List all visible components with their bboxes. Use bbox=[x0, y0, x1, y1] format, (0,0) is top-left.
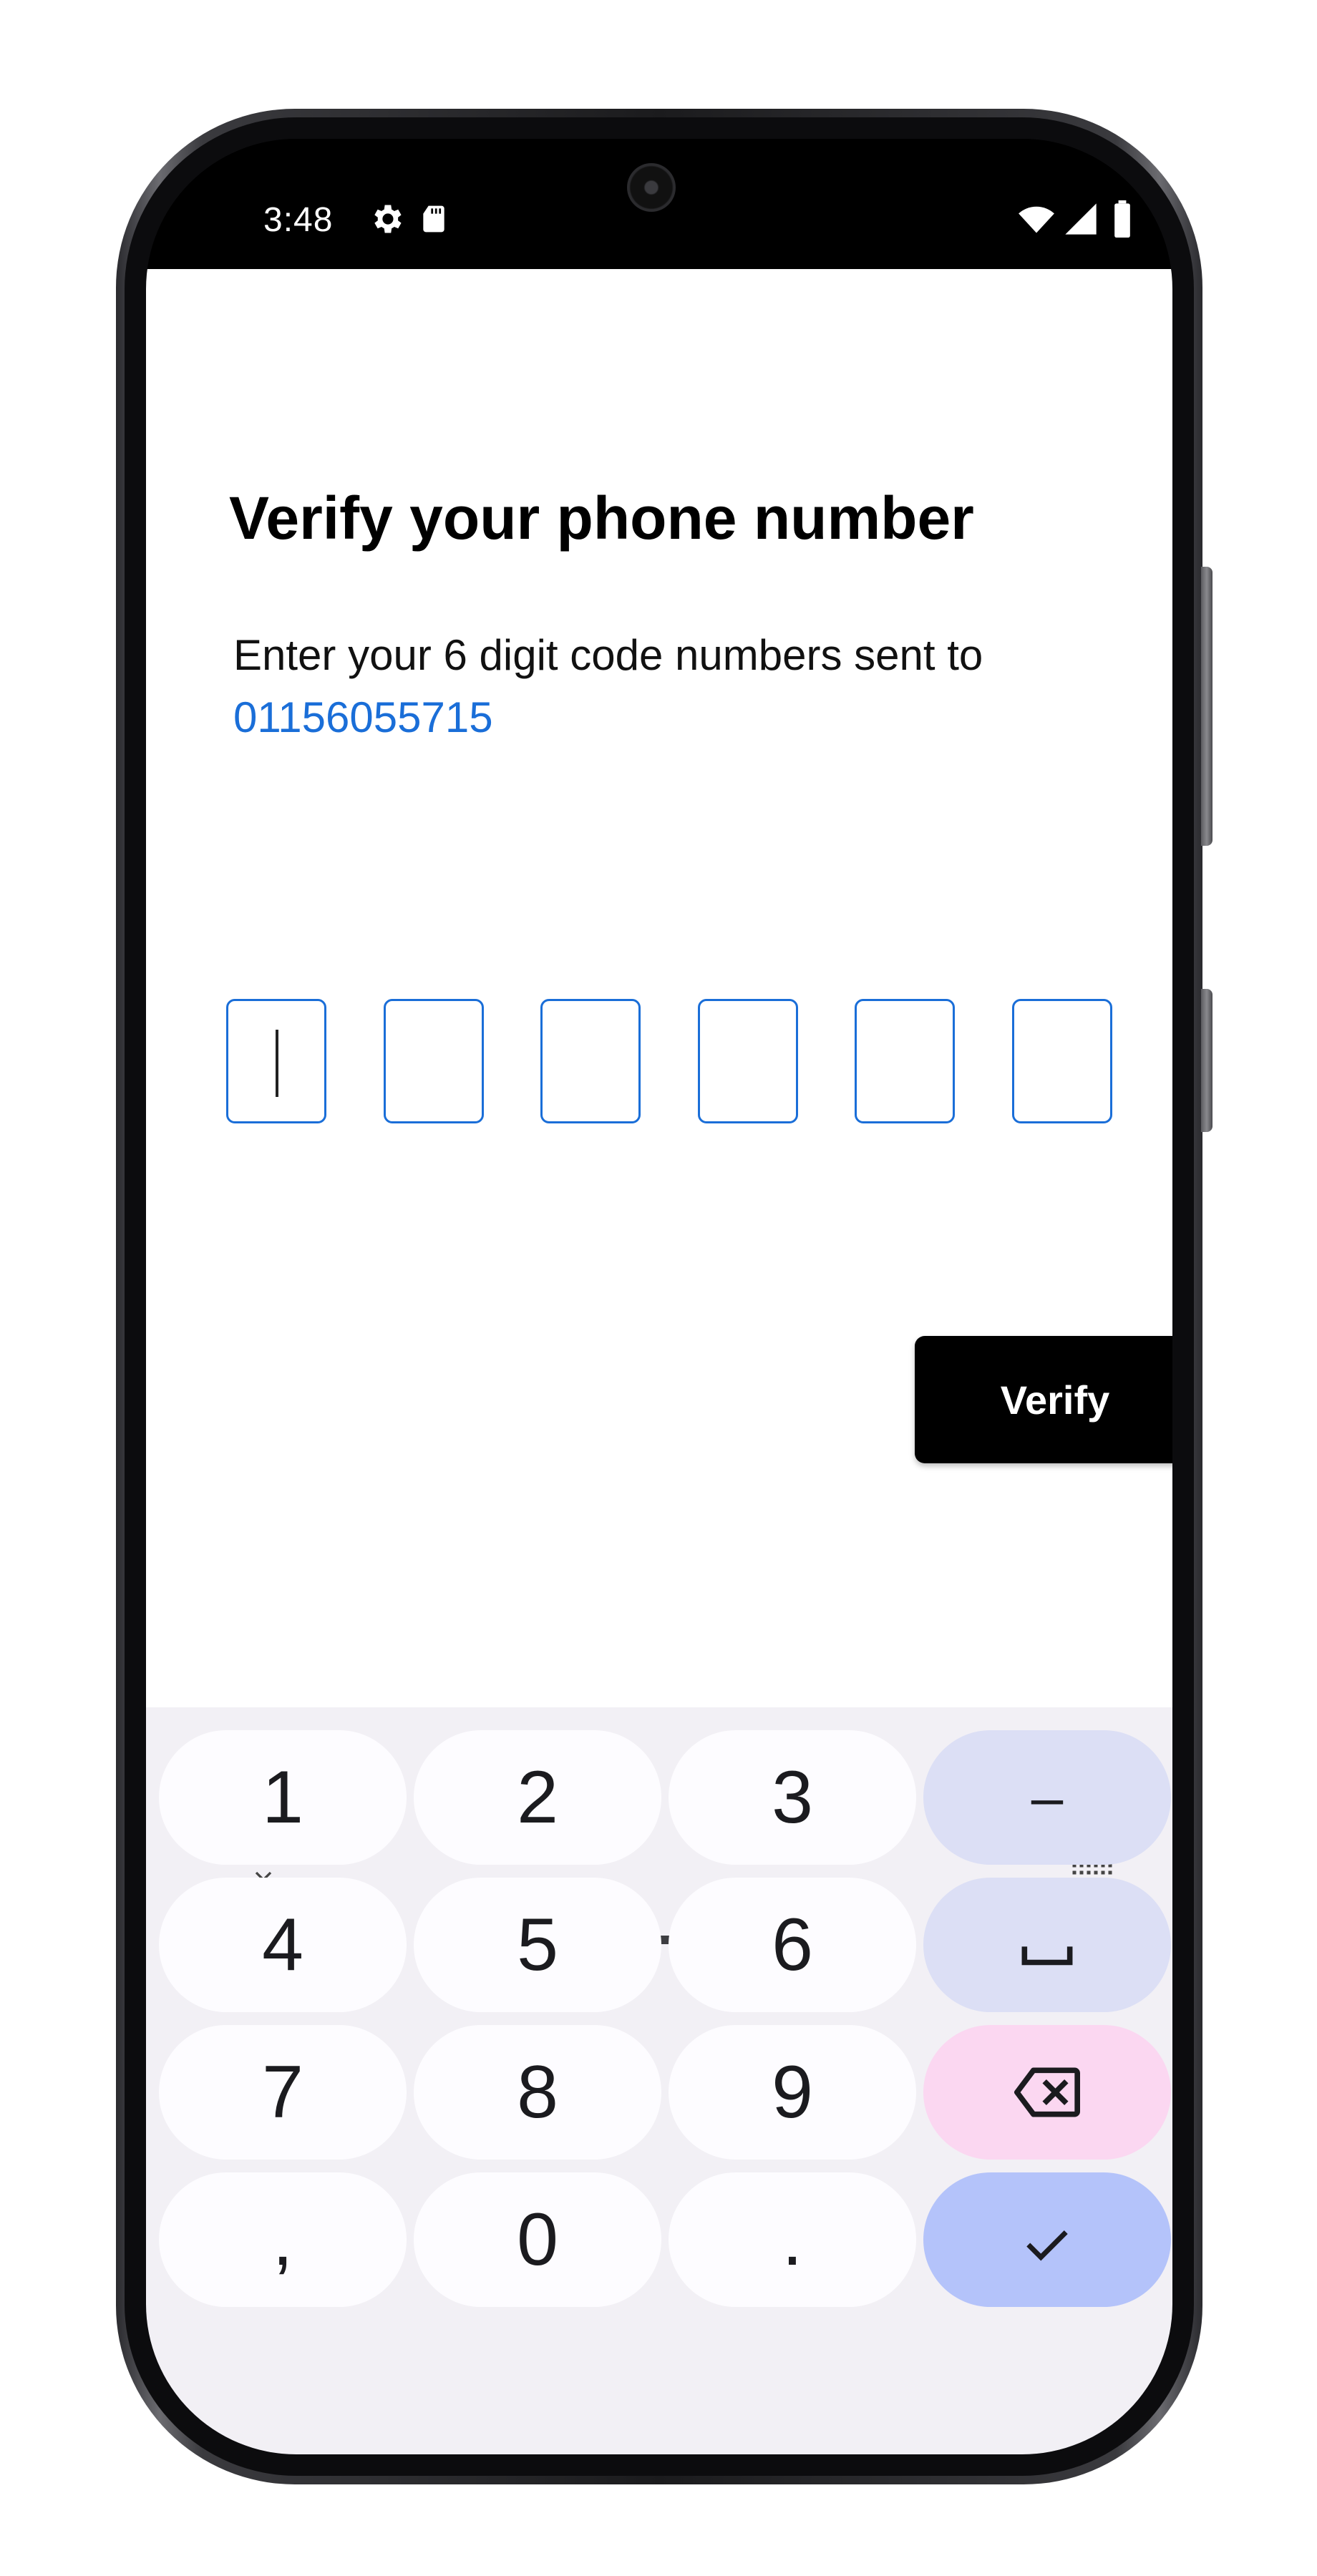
phone-frame: 3:48 Verify your phone number Enter your… bbox=[116, 109, 1212, 2484]
otp-digit-3[interactable] bbox=[540, 999, 641, 1123]
key-9[interactable]: 9 bbox=[669, 2025, 916, 2160]
key-0[interactable]: 0 bbox=[414, 2172, 661, 2307]
key-4[interactable]: 4 bbox=[159, 1878, 407, 2012]
backspace-key[interactable] bbox=[923, 2025, 1171, 2160]
battery-icon bbox=[1114, 200, 1130, 238]
backspace-icon bbox=[1014, 2050, 1080, 2135]
key-label: – bbox=[1031, 1765, 1064, 1829]
key-label: 6 bbox=[772, 1903, 813, 1986]
key-label: 0 bbox=[517, 2197, 558, 2281]
key-1[interactable]: 1 bbox=[159, 1730, 407, 1865]
numeric-keyboard: 1 2 3 – 4 5 6 7 8 9, 0. bbox=[146, 1707, 1172, 2454]
space-key[interactable] bbox=[923, 1878, 1171, 2012]
key-label: 4 bbox=[262, 1903, 303, 1986]
done-key[interactable] bbox=[923, 2172, 1171, 2307]
key-label: 7 bbox=[262, 2050, 303, 2134]
key-label: 9 bbox=[772, 2050, 813, 2134]
otp-input-row bbox=[226, 999, 1112, 1123]
wifi-icon bbox=[1019, 206, 1054, 233]
verify-button[interactable]: Verify bbox=[915, 1336, 1172, 1463]
key-2[interactable]: 2 bbox=[414, 1730, 661, 1865]
power-button bbox=[1201, 567, 1212, 846]
key-label: . bbox=[782, 2197, 803, 2281]
space-icon bbox=[1020, 1903, 1074, 1988]
volume-button bbox=[1201, 989, 1212, 1132]
otp-digit-1[interactable] bbox=[226, 999, 326, 1123]
status-time: 3:48 bbox=[263, 201, 334, 239]
phone-number: 01156055715 bbox=[233, 693, 493, 741]
key-label: , bbox=[272, 2197, 293, 2281]
period-key[interactable]: . bbox=[669, 2172, 916, 2307]
dash-key[interactable]: – bbox=[923, 1730, 1171, 1865]
otp-digit-2[interactable] bbox=[383, 999, 484, 1123]
page-title: Verify your phone number bbox=[229, 484, 974, 552]
instruction-text: Enter your 6 digit code numbers sent to bbox=[233, 631, 983, 679]
key-label: 8 bbox=[517, 2050, 558, 2134]
front-camera bbox=[627, 163, 676, 212]
otp-digit-6[interactable] bbox=[1011, 999, 1112, 1123]
key-label: 1 bbox=[262, 1755, 303, 1839]
key-6[interactable]: 6 bbox=[669, 1878, 916, 2012]
key-3[interactable]: 3 bbox=[669, 1730, 916, 1865]
key-5[interactable]: 5 bbox=[414, 1878, 661, 2012]
key-label: 2 bbox=[517, 1755, 558, 1839]
key-7[interactable]: 7 bbox=[159, 2025, 407, 2160]
verify-phone-page: Verify your phone number Enter your 6 di… bbox=[146, 269, 1172, 1707]
sd-card-icon bbox=[423, 205, 444, 233]
key-label: 5 bbox=[517, 1903, 558, 1986]
otp-digit-5[interactable] bbox=[855, 999, 956, 1123]
settings-icon bbox=[374, 205, 402, 233]
comma-key[interactable]: , bbox=[159, 2172, 407, 2307]
checkmark-icon bbox=[1022, 2197, 1072, 2283]
status-bar: 3:48 bbox=[146, 139, 1172, 269]
key-label: 3 bbox=[772, 1755, 813, 1839]
signal-icon bbox=[1065, 203, 1097, 235]
otp-digit-4[interactable] bbox=[697, 999, 798, 1123]
screen: 3:48 Verify your phone number Enter your… bbox=[146, 139, 1172, 2454]
key-8[interactable]: 8 bbox=[414, 2025, 661, 2160]
